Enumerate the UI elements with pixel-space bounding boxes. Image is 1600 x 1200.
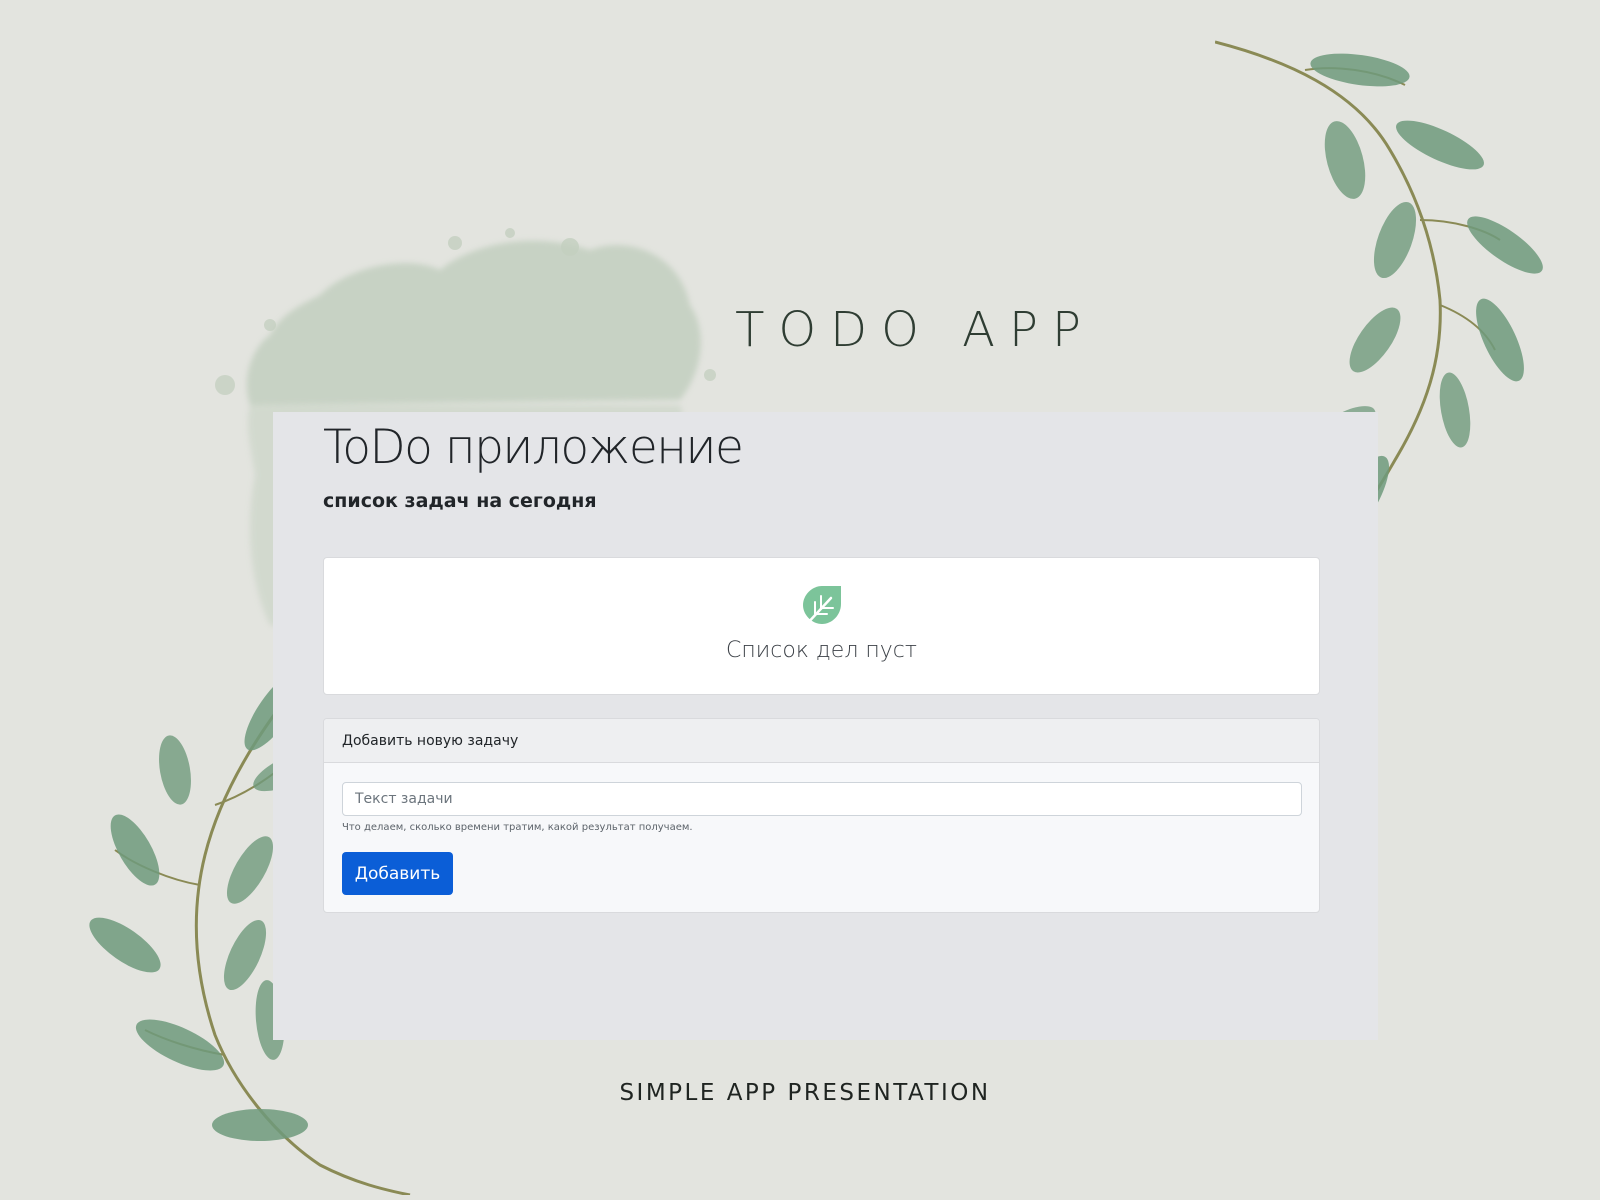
task-input-help-text: Что делаем, сколько времени тратим, како… [342,822,693,833]
leaf-icon [803,586,841,628]
add-task-header: Добавить новую задачу [324,719,1319,763]
task-text-input[interactable] [342,782,1302,816]
slide-title: TODO APP [735,302,1095,358]
app-subtitle: список задач на сегодня [323,490,597,512]
empty-list-card: Список дел пуст [323,557,1320,695]
add-task-button[interactable]: Добавить [342,852,453,895]
add-task-card: Добавить новую задачу Что делаем, скольк… [323,718,1320,913]
slide-footer: SIMPLE APP PRESENTATION [619,1080,991,1106]
app-title: ToDo приложение [323,420,744,475]
app-screenshot-panel: ToDo приложение список задач на сегодня … [273,412,1378,1040]
empty-list-text: Список дел пуст [726,638,917,663]
